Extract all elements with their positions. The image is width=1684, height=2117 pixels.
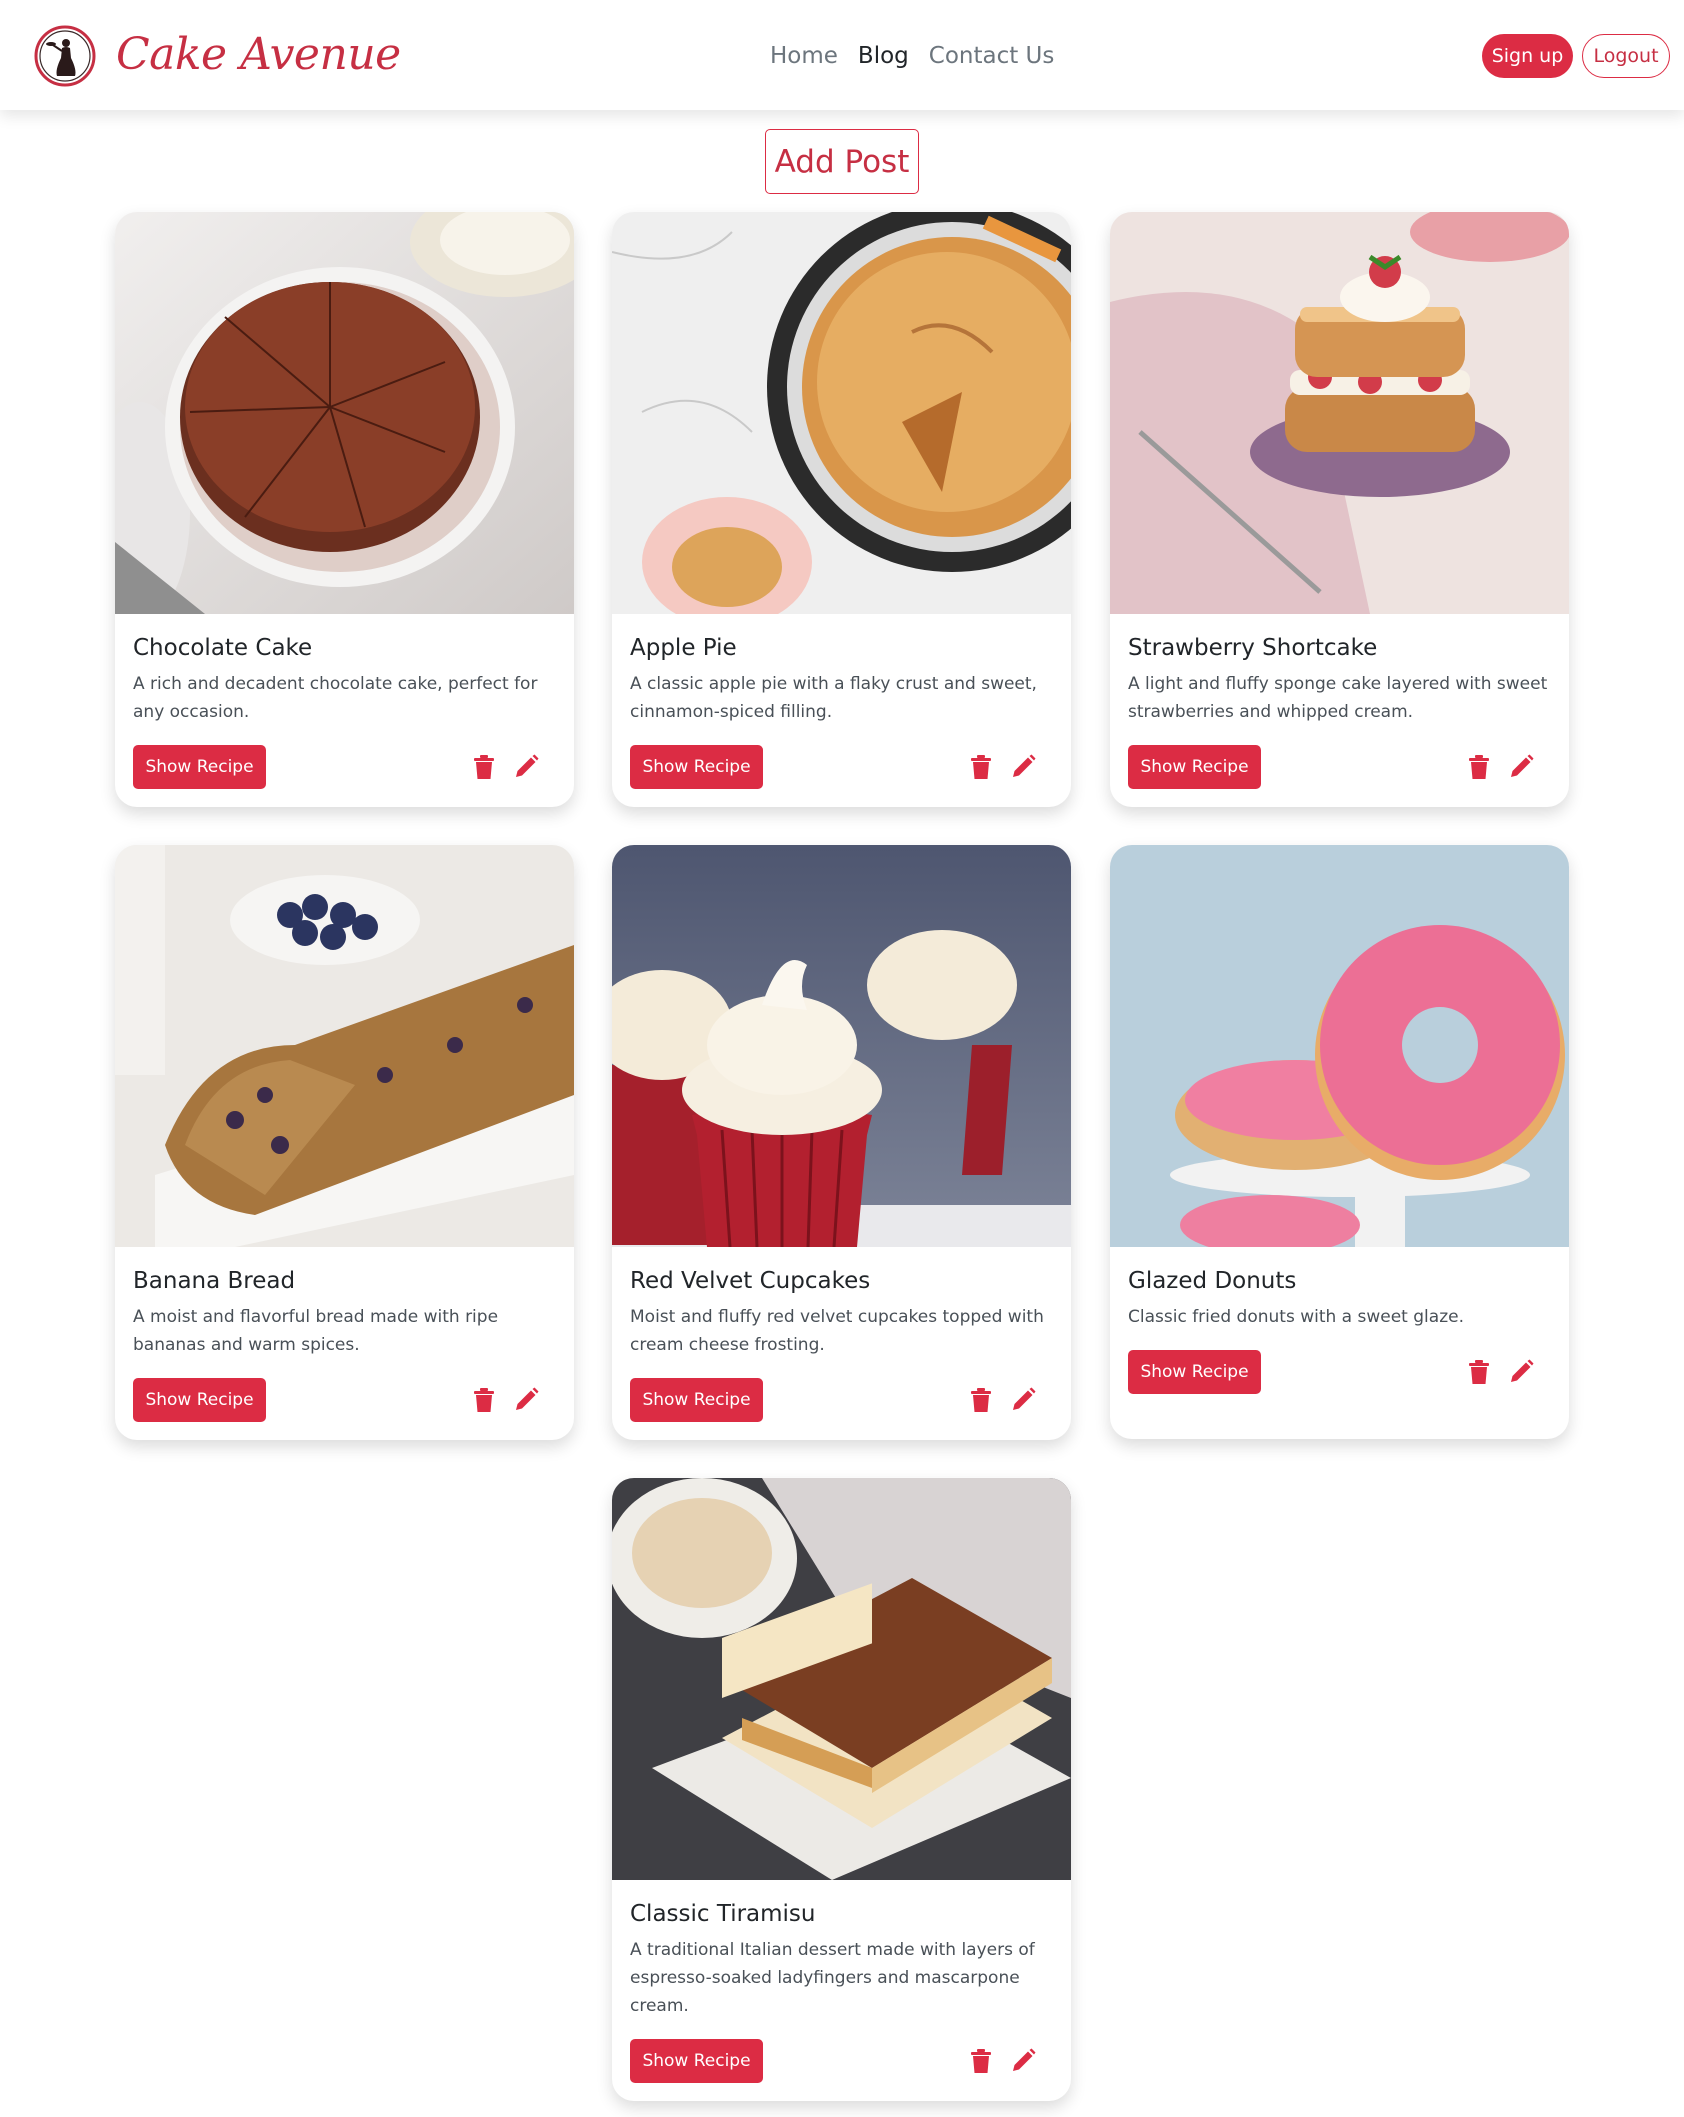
nav-blog[interactable]: Blog — [858, 43, 909, 69]
show-recipe-button[interactable]: Show Recipe — [133, 745, 266, 789]
post-image — [115, 845, 574, 1247]
trash-icon[interactable] — [470, 1386, 498, 1414]
chocolate-cake-image — [115, 212, 574, 614]
post-title: Banana Bread — [133, 1268, 296, 1294]
post-title: Glazed Donuts — [1128, 1268, 1297, 1294]
logout-button[interactable]: Logout — [1582, 34, 1670, 78]
post-title: Classic Tiramisu — [630, 1901, 816, 1927]
post-description: Moist and fluffy red velvet cupcakes top… — [630, 1307, 1044, 1355]
nav-links: Home Blog Contact Us — [770, 36, 1054, 76]
post-image — [1110, 845, 1569, 1247]
classic-tiramisu-image — [612, 1478, 1071, 1880]
show-recipe-button[interactable]: Show Recipe — [1128, 1350, 1261, 1394]
pencil-icon[interactable] — [512, 753, 540, 781]
woman-silhouette-logo-icon[interactable] — [33, 24, 97, 88]
post-card-glazed-donuts: Glazed Donuts Classic fried donuts with … — [1110, 845, 1569, 1439]
post-card-red-velvet-cupcakes: Red Velvet Cupcakes Moist and fluffy red… — [612, 845, 1071, 1440]
post-description: A classic apple pie with a flaky crust a… — [630, 674, 1037, 722]
post-image — [612, 212, 1071, 614]
navbar: Cake Avenue Home Blog Contact Us Sign up… — [0, 0, 1684, 110]
post-image — [612, 845, 1071, 1247]
trash-icon[interactable] — [470, 753, 498, 781]
post-image — [612, 1478, 1071, 1880]
pencil-icon[interactable] — [512, 1386, 540, 1414]
post-description: A moist and flavorful bread made with ri… — [133, 1307, 499, 1355]
post-title: Red Velvet Cupcakes — [630, 1268, 871, 1294]
pencil-icon[interactable] — [1009, 1386, 1037, 1414]
apple-pie-image — [612, 212, 1071, 614]
show-recipe-button[interactable]: Show Recipe — [630, 1378, 763, 1422]
strawberry-shortcake-image — [1110, 212, 1569, 614]
post-card-apple-pie: Apple Pie A classic apple pie with a fla… — [612, 212, 1071, 807]
pencil-icon[interactable] — [1507, 1358, 1535, 1386]
add-post-button[interactable]: Add Post — [765, 129, 919, 194]
trash-icon[interactable] — [1465, 753, 1493, 781]
show-recipe-button[interactable]: Show Recipe — [133, 1378, 266, 1422]
show-recipe-button[interactable]: Show Recipe — [1128, 745, 1261, 789]
glazed-donuts-image — [1110, 845, 1569, 1247]
trash-icon[interactable] — [967, 753, 995, 781]
pencil-icon[interactable] — [1009, 2047, 1037, 2075]
post-description: Classic fried donuts with a sweet glaze. — [1128, 1307, 1464, 1327]
trash-icon[interactable] — [967, 1386, 995, 1414]
post-description: A light and fluffy sponge cake layered w… — [1128, 674, 1548, 722]
red-velvet-cupcakes-image — [612, 845, 1071, 1247]
banana-bread-image — [115, 845, 574, 1247]
pencil-icon[interactable] — [1507, 753, 1535, 781]
post-image — [1110, 212, 1569, 614]
post-title: Strawberry Shortcake — [1128, 635, 1378, 661]
post-description: A traditional Italian dessert made with … — [630, 1940, 1035, 2016]
nav-home[interactable]: Home — [770, 43, 838, 69]
post-description: A rich and decadent chocolate cake, perf… — [133, 674, 538, 722]
post-card-classic-tiramisu: Classic Tiramisu A traditional Italian d… — [612, 1478, 1071, 2101]
trash-icon[interactable] — [1465, 1358, 1493, 1386]
post-title: Apple Pie — [630, 635, 737, 661]
post-card-strawberry-shortcake: Strawberry Shortcake A light and fluffy … — [1110, 212, 1569, 807]
post-card-chocolate-cake: Chocolate Cake A rich and decadent choco… — [115, 212, 574, 807]
post-title: Chocolate Cake — [133, 635, 313, 661]
post-image — [115, 212, 574, 614]
show-recipe-button[interactable]: Show Recipe — [630, 745, 763, 789]
nav-contact[interactable]: Contact Us — [929, 43, 1055, 69]
signup-button[interactable]: Sign up — [1482, 34, 1573, 78]
trash-icon[interactable] — [967, 2047, 995, 2075]
brand-name[interactable]: Cake Avenue — [116, 22, 401, 88]
show-recipe-button[interactable]: Show Recipe — [630, 2039, 763, 2083]
pencil-icon[interactable] — [1009, 753, 1037, 781]
post-card-banana-bread: Banana Bread A moist and flavorful bread… — [115, 845, 574, 1440]
